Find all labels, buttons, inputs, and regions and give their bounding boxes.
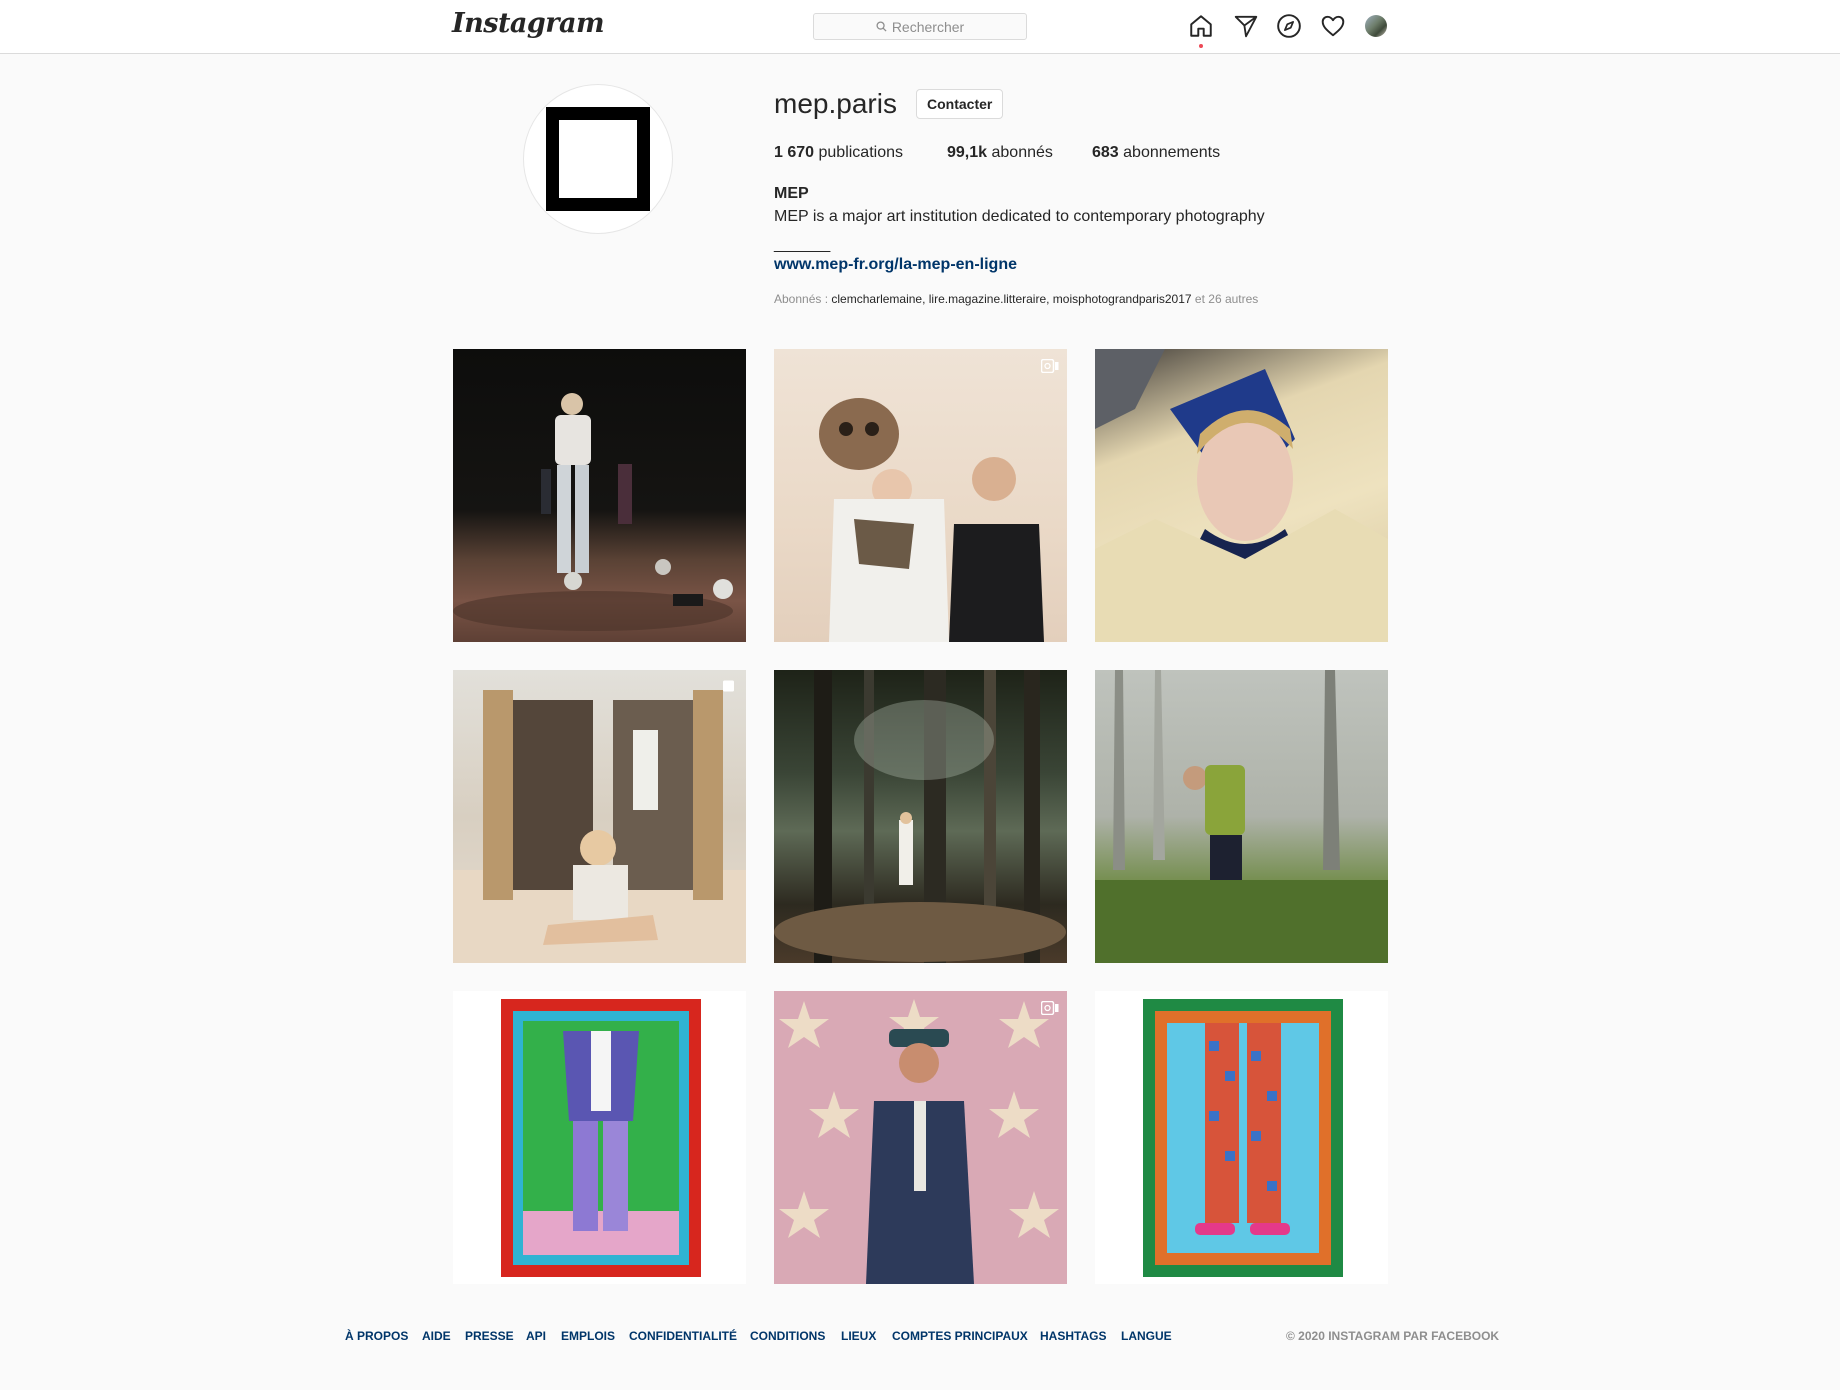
activity-heart-icon[interactable]	[1320, 13, 1346, 39]
profile-username: mep.paris	[774, 88, 897, 119]
following-label: abonnements	[1123, 144, 1221, 161]
following-count: 683	[1092, 144, 1119, 161]
post-image	[1095, 349, 1388, 642]
video-icon	[1041, 359, 1059, 373]
profile-avatar[interactable]	[523, 84, 673, 234]
search-placeholder: Rechercher	[891, 18, 965, 35]
post-tile[interactable]	[453, 349, 746, 642]
followers-count: 99,1k	[947, 144, 988, 161]
footer-link-privacy[interactable]: Confidentialité	[629, 1329, 737, 1343]
posts-count: 1 670	[774, 144, 815, 161]
footer-link-terms[interactable]: Conditions	[750, 1329, 825, 1343]
post-image	[1143, 999, 1343, 1277]
footer-copyright: © 2020 Instagram par Facebook	[1286, 1329, 1500, 1343]
contact-button[interactable]: Contacter	[916, 89, 1004, 119]
post-tile[interactable]	[774, 349, 1067, 642]
posts-label: publications	[818, 144, 904, 161]
video-icon	[1041, 1001, 1059, 1015]
mep-logo-square	[546, 107, 650, 211]
followed-by-suffix: et 26 autres	[1194, 292, 1259, 306]
bio-full-name: MEP	[774, 185, 809, 202]
footer-link-language[interactable]: Langue	[1121, 1329, 1172, 1343]
posts-stat: 1 670 publications	[774, 144, 903, 162]
post-image	[501, 999, 701, 1277]
followed-by[interactable]: Abonnés : clemcharlemaine, lire.magazine…	[774, 292, 1258, 306]
bio-text: MEP is a major art institution dedicated…	[774, 208, 1265, 225]
carousel-icon	[723, 680, 734, 692]
home-notification-dot	[1199, 44, 1203, 48]
followers-label: abonnés	[991, 144, 1053, 161]
footer-link-jobs[interactable]: Emplois	[561, 1329, 615, 1343]
post-image	[819, 398, 1044, 642]
post-tile[interactable]	[1095, 670, 1388, 963]
followed-by-prefix: Abonnés :	[774, 292, 829, 306]
bio-separator: _______	[774, 236, 830, 253]
explore-icon[interactable]	[1276, 13, 1302, 39]
profile-avatar-small[interactable]	[1365, 15, 1387, 37]
search-input[interactable]: Rechercher	[813, 13, 1027, 40]
post-tile[interactable]	[453, 670, 746, 963]
footer-link-api[interactable]: API	[526, 1329, 546, 1343]
footer-link-help[interactable]: Aide	[422, 1329, 451, 1343]
following-stat[interactable]: 683 abonnements	[1092, 144, 1220, 162]
post-image	[453, 393, 733, 631]
followed-by-names: clemcharlemaine, lire.magazine.litterair…	[831, 292, 1192, 306]
post-image	[774, 670, 1066, 963]
bio-website-link[interactable]: www.mep-fr.org/la-mep-en-ligne	[774, 256, 1017, 274]
post-image	[453, 690, 746, 963]
footer-link-about[interactable]: À propos	[345, 1329, 408, 1343]
post-tile[interactable]	[453, 991, 746, 1284]
instagram-logo[interactable]: Instagram	[452, 8, 605, 39]
direct-icon[interactable]	[1233, 13, 1259, 39]
home-icon[interactable]	[1188, 13, 1214, 39]
footer-link-hashtags[interactable]: Hashtags	[1040, 1329, 1106, 1343]
footer-link-top-accounts[interactable]: Comptes principaux	[892, 1329, 1028, 1343]
post-image	[1095, 670, 1388, 963]
top-navigation-bar: Instagram Rechercher	[0, 0, 1840, 54]
search-icon	[876, 21, 887, 32]
footer-link-press[interactable]: Presse	[465, 1329, 514, 1343]
followers-stat[interactable]: 99,1k abonnés	[947, 144, 1053, 162]
post-tile[interactable]	[1095, 349, 1388, 642]
post-tile[interactable]	[774, 670, 1067, 963]
post-image	[779, 999, 1059, 1284]
post-tile[interactable]	[1095, 991, 1388, 1284]
footer-link-locations[interactable]: Lieux	[841, 1329, 876, 1343]
post-tile[interactable]	[774, 991, 1067, 1284]
